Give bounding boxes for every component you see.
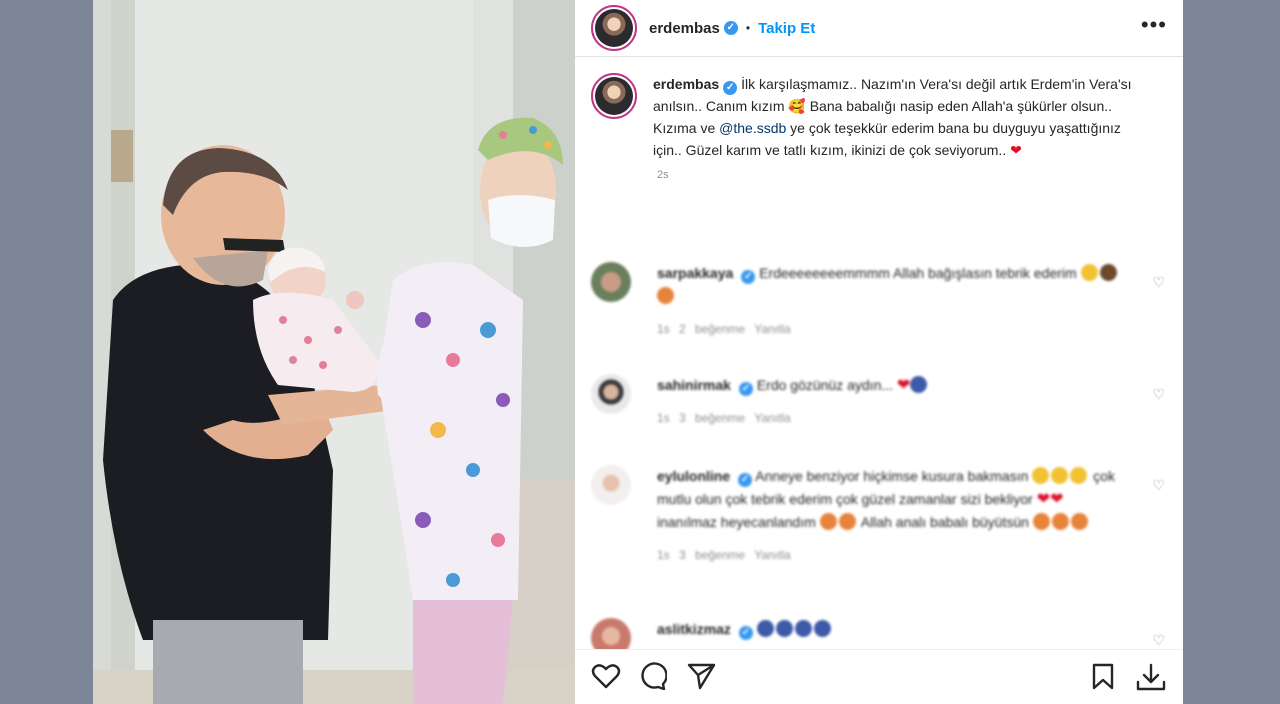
emoji-icon (910, 376, 928, 393)
more-options-icon[interactable]: ••• (1141, 12, 1167, 38)
caption-timestamp: 2s (657, 169, 669, 181)
author-username[interactable]: erdembas (649, 20, 720, 37)
red-heart-emoji: ❤ (896, 377, 911, 394)
comment-text: Erdeeeeeeeemmmm Allah bağışlasın tebrik … (759, 265, 1077, 281)
verified-badge-icon: ✓ (723, 21, 738, 35)
comment-likes[interactable]: 3 beğenme (679, 548, 745, 562)
caption-text: erdembas ✓ İlk karşılaşmamız.. Nazım'ın Ve… (653, 73, 1143, 161)
instagram-post: erdembas ✓ • Takip Et ••• erdembas ✓ İlk k… (93, 0, 1183, 704)
emoji-icon (657, 287, 674, 304)
comment-meta: 1s 2 beğenme Yanıtla (657, 318, 1127, 341)
comment-text-d: Allah analı babalı büyütsün (860, 514, 1029, 530)
comment-reply-button[interactable]: Yanıtla (754, 548, 790, 562)
verified-badge-icon: ✓ (738, 382, 753, 396)
commenter-avatar[interactable] (591, 374, 631, 414)
comment-like-heart-icon[interactable]: ♡ (1152, 386, 1165, 403)
commenter-avatar[interactable] (591, 262, 631, 302)
emoji-icon (1070, 467, 1088, 484)
comment-item: eylulonline ✓ Anneye benziyor hiçkimse ku… (591, 465, 1167, 567)
follow-button[interactable]: Takip Et (758, 20, 815, 37)
share-icon[interactable] (687, 662, 717, 690)
emoji-icon (1070, 513, 1088, 530)
comment-item: sahinirmak ✓ Erdo gözünüz aydın... ❤ 1s 3… (591, 374, 1167, 430)
comment-like-heart-icon[interactable]: ♡ (1152, 274, 1165, 291)
bookmark-icon[interactable] (1089, 662, 1117, 690)
comment-body: eylulonline ✓ Anneye benziyor hiçkimse ku… (657, 465, 1127, 567)
post-header: erdembas ✓ • Takip Et ••• (575, 0, 1183, 57)
comment-meta: 1s 3 beğenme Yanıtla (657, 544, 1127, 567)
emoji-icon (1080, 264, 1098, 281)
comment-text: Anneye benziyor hiçkimse kusura bakmasın (755, 468, 1029, 484)
comment-age: 1s (657, 322, 670, 336)
download-icon[interactable] (1135, 662, 1167, 692)
caption-username[interactable]: erdembas (653, 76, 719, 92)
red-heart-emoji: ❤ (1010, 142, 1022, 158)
red-heart-emoji: ❤❤ (1036, 491, 1064, 508)
emoji-icon (838, 513, 856, 530)
caption-mention-link[interactable]: @the.ssdb (719, 120, 786, 136)
emoji-icon (1032, 513, 1050, 530)
post-photo[interactable] (93, 0, 575, 704)
comment-age: 1s (657, 411, 670, 425)
emoji-icon (775, 620, 793, 637)
heart-icon[interactable] (591, 662, 621, 690)
separator-dot: • (745, 21, 751, 35)
comment-text-c: inanılmaz heyecanlandım (657, 514, 816, 530)
comment-like-heart-icon[interactable]: ♡ (1152, 477, 1165, 494)
verified-badge-icon: ✓ (723, 81, 738, 95)
emoji-icon (1051, 513, 1069, 530)
comment-likes[interactable]: 3 beğenme (679, 411, 745, 425)
comment-icon[interactable] (637, 662, 667, 690)
emoji-icon (819, 513, 837, 530)
verified-badge-icon: ✓ (738, 473, 753, 487)
comment-reply-button[interactable]: Yanıtla (754, 411, 790, 425)
emoji-icon (756, 620, 774, 637)
comment-body: sahinirmak ✓ Erdo gözünüz aydın... ❤ 1s 3… (657, 374, 1127, 430)
comment-meta: 1s 3 beğenme Yanıtla (657, 407, 1127, 430)
comment-like-heart-icon[interactable]: ♡ (1152, 632, 1165, 649)
comment-username[interactable]: sarpakkaya (657, 265, 733, 281)
comment-age: 1s (657, 548, 670, 562)
comment-likes[interactable]: 2 beğenme (679, 322, 745, 336)
post-action-bar (575, 649, 1183, 704)
emoji-icon (794, 620, 812, 637)
caption-avatar[interactable] (591, 73, 637, 119)
emoji-icon (1032, 467, 1050, 484)
emoji-icon (813, 620, 831, 637)
comment-username[interactable]: sahinirmak (657, 377, 731, 393)
post-side-panel: erdembas ✓ • Takip Et ••• erdembas ✓ İlk k… (575, 0, 1183, 704)
author-avatar[interactable] (591, 5, 637, 51)
comment-text: Erdo gözünüz aydın... (756, 377, 894, 393)
comment-reply-button[interactable]: Yanıtla (754, 322, 790, 336)
commenter-avatar[interactable] (591, 465, 631, 505)
comment-item: sarpakkaya ✓ Erdeeeeeeeemmmm Allah bağışl… (591, 262, 1167, 341)
verified-badge-icon: ✓ (738, 626, 753, 640)
comment-username[interactable]: aslitkizmaz (657, 621, 731, 637)
emoji-icon (1051, 467, 1069, 484)
comment-body: sarpakkaya ✓ Erdeeeeeeeemmmm Allah bağışl… (657, 262, 1127, 341)
post-caption: erdembas ✓ İlk karşılaşmamız.. Nazım'ın Ve… (575, 57, 1183, 161)
emoji-icon (1099, 264, 1117, 281)
photo-illustration (93, 0, 575, 704)
comment-username[interactable]: eylulonline (657, 468, 730, 484)
verified-badge-icon: ✓ (741, 270, 756, 284)
